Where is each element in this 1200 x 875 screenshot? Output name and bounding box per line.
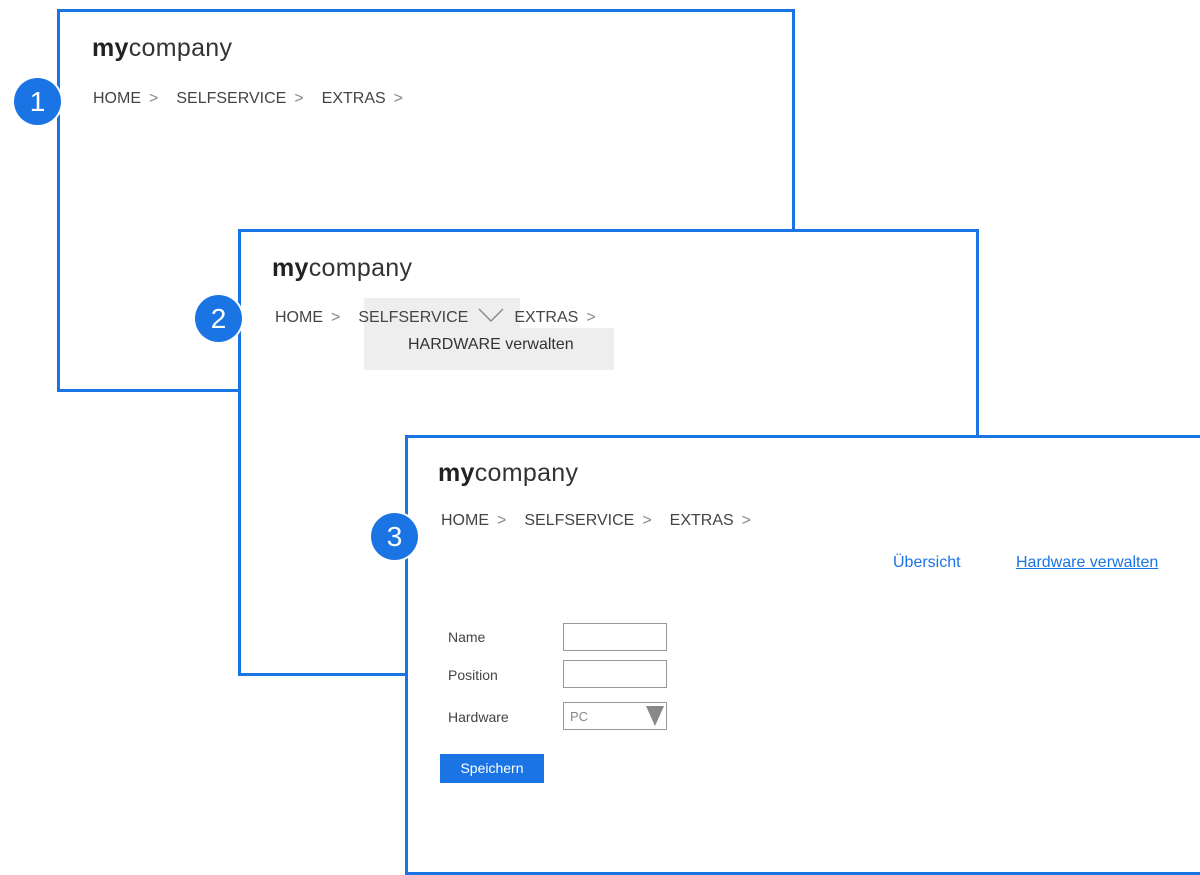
hardware-select-value: PC bbox=[570, 709, 589, 724]
name-label: Name bbox=[448, 629, 486, 645]
nav-selfservice[interactable]: SELFSERVICE bbox=[176, 90, 286, 108]
chevron-right-icon: > bbox=[497, 512, 507, 529]
nav-selfservice[interactable]: SELFSERVICE bbox=[358, 309, 468, 327]
main-navigation: HOME > SELFSERVICE > EXTRAS > bbox=[93, 90, 421, 108]
hardware-label: Hardware bbox=[448, 709, 509, 725]
overview-link-wrap: Übersicht bbox=[893, 554, 961, 572]
name-input[interactable] bbox=[563, 623, 667, 651]
dropdown-arrow-icon bbox=[646, 706, 664, 726]
nav-home[interactable]: HOME bbox=[93, 90, 141, 108]
position-label: Position bbox=[448, 667, 498, 683]
main-navigation: HOME > SELFSERVICE > EXTRAS > bbox=[441, 512, 769, 530]
dropdown-item-hardware[interactable]: HARDWARE verwalten bbox=[408, 336, 574, 353]
nav-extras[interactable]: EXTRAS bbox=[322, 90, 386, 108]
save-button[interactable]: Speichern bbox=[440, 754, 544, 783]
step-badge-3: 3 bbox=[371, 513, 418, 560]
nav-selfservice[interactable]: SELFSERVICE bbox=[524, 512, 634, 530]
chevron-right-icon: > bbox=[642, 512, 652, 529]
hardware-select[interactable]: PC bbox=[563, 702, 667, 730]
step-badge-2: 2 bbox=[195, 295, 242, 342]
chevron-right-icon: > bbox=[586, 309, 596, 326]
chevron-right-icon: > bbox=[741, 512, 752, 529]
hardware-manage-link[interactable]: Hardware verwalten bbox=[1016, 554, 1158, 571]
step-badge-1: 1 bbox=[14, 78, 61, 125]
chevron-down-icon bbox=[478, 308, 504, 327]
nav-home[interactable]: HOME bbox=[275, 309, 323, 327]
nav-extras[interactable]: EXTRAS bbox=[670, 512, 734, 530]
nav-home[interactable]: HOME bbox=[441, 512, 489, 530]
screen-3-frame: mycompany HOME > SELFSERVICE > EXTRAS > Übers… bbox=[405, 435, 1200, 875]
company-logo: mycompany bbox=[438, 459, 579, 487]
nav-extras[interactable]: EXTRAS bbox=[514, 309, 578, 327]
company-logo: mycompany bbox=[92, 34, 233, 62]
main-navigation: HOME > SELFSERVICE EXTRAS > bbox=[275, 308, 614, 327]
hardware-link-wrap: Hardware verwalten bbox=[1016, 554, 1158, 572]
chevron-right-icon: > bbox=[294, 90, 304, 107]
chevron-right-icon: > bbox=[149, 90, 159, 107]
overview-link[interactable]: Übersicht bbox=[893, 554, 961, 571]
position-input[interactable] bbox=[563, 660, 667, 688]
chevron-right-icon: > bbox=[393, 90, 404, 107]
selfservice-dropdown: HARDWARE verwalten bbox=[364, 328, 614, 370]
company-logo: mycompany bbox=[272, 254, 413, 282]
chevron-right-icon: > bbox=[331, 309, 341, 326]
